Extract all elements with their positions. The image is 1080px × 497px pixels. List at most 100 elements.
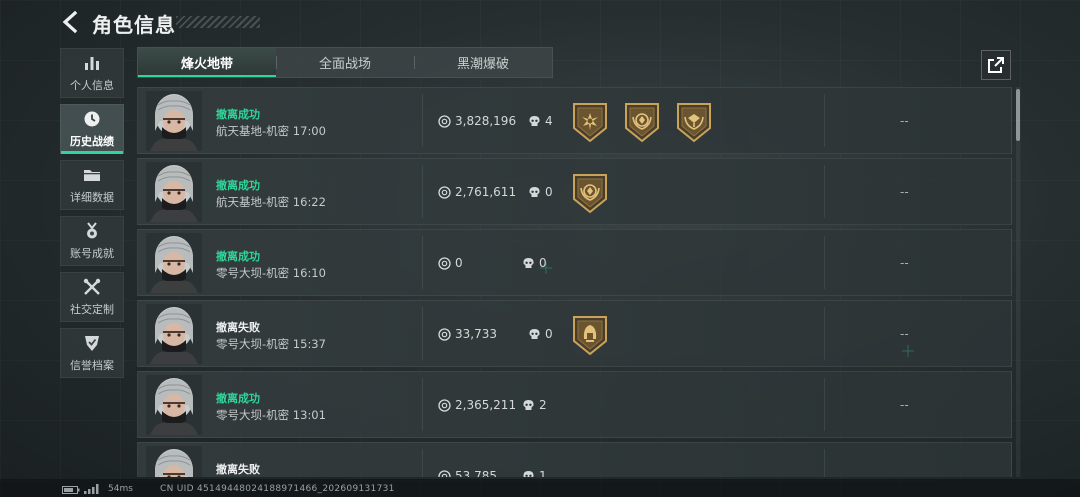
skull-icon [529, 186, 540, 197]
extra-stat: -- [900, 114, 909, 128]
folder-icon [84, 170, 100, 181]
skull-icon [523, 470, 534, 477]
kill-count: 0 [528, 185, 553, 199]
crosshair-decoration [540, 262, 552, 274]
match-row[interactable]: 撤离失败 53,785 1 [137, 442, 1012, 477]
map-time: 零号大坝-机密 13:01 [216, 408, 326, 422]
operator-avatar [146, 304, 202, 364]
map-time: 零号大坝-机密 15:37 [216, 337, 326, 351]
badge-list [570, 313, 610, 357]
column-divider [824, 165, 825, 218]
coin-icon [438, 398, 451, 412]
share-button[interactable] [981, 50, 1011, 80]
kill-count-text: 4 [545, 114, 553, 128]
coin-icon [438, 114, 451, 128]
loot-value: 3,828,196 [438, 114, 516, 128]
scroll-thumb[interactable] [1016, 89, 1020, 141]
loot-value-text: 2,761,611 [455, 185, 517, 199]
map-time: 航天基地-机密 16:22 [216, 195, 326, 209]
column-divider [422, 449, 423, 477]
extract-status: 撤离成功 [216, 392, 260, 405]
clock-icon [84, 111, 100, 127]
laurel-emblem-icon [573, 174, 607, 214]
loot-value-text: 0 [455, 256, 463, 270]
sidebar: 个人信息 历史战绩 详细数据 账号成就 社交定制 信誉档案 [60, 48, 124, 384]
operator-avatar [146, 375, 202, 435]
signal-icon [84, 484, 99, 494]
list-scrollbar[interactable] [1016, 87, 1020, 477]
column-divider [422, 94, 423, 147]
loot-value: 2,761,611 [438, 185, 516, 199]
coin-icon [438, 469, 451, 477]
match-history-list: 撤离成功 航天基地-机密 17:00 3,828,196 4 -- 撤离成功 航… [137, 87, 1012, 477]
status-bar: 54ms CN UID 451494480241889714​66_202609… [0, 479, 1080, 497]
match-row[interactable]: 撤离成功 零号大坝-机密 16:10 0 0 -- [137, 229, 1012, 296]
column-divider [824, 236, 825, 289]
extra-stat: -- [900, 185, 909, 199]
crosshair-decoration [902, 345, 914, 357]
medal-icon [87, 222, 97, 239]
sidebar-item-social[interactable]: 社交定制 [60, 272, 124, 322]
sidebar-item-achievements[interactable]: 账号成就 [60, 216, 124, 266]
mode-tabs: 烽火地带 全面战场 黑潮爆破 [137, 47, 553, 78]
sidebar-item-label: 详细数据 [70, 191, 114, 204]
bar-chart-icon [85, 57, 99, 70]
share-icon [988, 57, 1004, 73]
extra-stat: -- [900, 327, 909, 341]
page-title: 角色信息 [92, 13, 176, 37]
kill-count-text: 0 [545, 185, 553, 199]
column-divider [422, 165, 423, 218]
sidebar-item-history[interactable]: 历史战绩 [60, 104, 124, 154]
battery-icon [62, 486, 80, 494]
tab-full-battlefield[interactable]: 全面战场 [276, 48, 414, 77]
match-row[interactable]: 撤离成功 航天基地-机密 16:22 2,761,611 0 -- [137, 158, 1012, 225]
sidebar-item-label: 历史战绩 [70, 135, 114, 148]
sidebar-item-reputation[interactable]: 信誉档案 [60, 328, 124, 378]
shield-check-icon [85, 336, 99, 351]
wing-emblem-icon [677, 103, 711, 143]
map-time: 零号大坝-机密 16:10 [216, 266, 326, 280]
column-divider [422, 378, 423, 431]
loot-value-text: 2,365,211 [455, 398, 517, 412]
title-decoration [176, 16, 260, 28]
loot-value: 2,365,211 [438, 398, 516, 412]
loot-value: 0 [438, 256, 463, 270]
match-row[interactable]: 撤离失败 零号大坝-机密 15:37 33,733 0 -- [137, 300, 1012, 367]
extra-stat: -- [900, 256, 909, 270]
column-divider [824, 307, 825, 360]
kill-count: 2 [522, 398, 547, 412]
loot-value-text: 53,785 [455, 469, 497, 477]
tools-icon [83, 278, 101, 295]
extra-stat: -- [900, 398, 909, 412]
loot-value: 33,733 [438, 327, 497, 341]
match-row[interactable]: 撤离成功 零号大坝-机密 13:01 2,365,211 2 -- [137, 371, 1012, 438]
column-divider [824, 378, 825, 431]
column-divider [422, 307, 423, 360]
sun-emblem-icon [573, 103, 607, 143]
back-arrow-icon[interactable] [58, 9, 84, 35]
tab-hazard-zone[interactable]: 烽火地带 [138, 48, 276, 77]
tab-black-tide[interactable]: 黑潮爆破 [414, 48, 552, 77]
kill-count: 0 [528, 327, 553, 341]
extract-status: 撤离失败 [216, 463, 260, 476]
match-row[interactable]: 撤离成功 航天基地-机密 17:00 3,828,196 4 -- [137, 87, 1012, 154]
ping-value: 54ms [108, 484, 133, 494]
loot-value-text: 3,828,196 [455, 114, 517, 128]
skull-icon [529, 115, 540, 126]
skull-icon [523, 257, 534, 268]
sidebar-item-details[interactable]: 详细数据 [60, 160, 124, 210]
loot-value-text: 33,733 [455, 327, 497, 341]
column-divider [824, 94, 825, 147]
extract-status: 撤离成功 [216, 179, 260, 192]
sidebar-item-profile[interactable]: 个人信息 [60, 48, 124, 98]
kill-count-text: 0 [545, 327, 553, 341]
loot-value: 53,785 [438, 469, 497, 477]
coin-icon [438, 327, 451, 341]
column-divider [422, 236, 423, 289]
badge-list [570, 100, 714, 144]
extract-status: 撤离失败 [216, 321, 260, 334]
operator-avatar [146, 233, 202, 293]
skull-icon [523, 399, 534, 410]
helmet-emblem-icon [573, 316, 607, 356]
kill-count: 4 [528, 114, 553, 128]
